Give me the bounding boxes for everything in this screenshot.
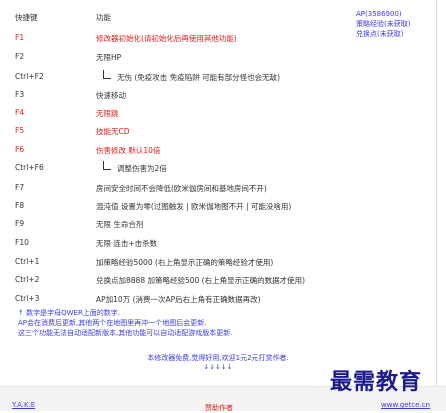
function-label: 无限跳 — [96, 109, 119, 118]
sub-item-icon — [103, 161, 111, 170]
hotkey-row: Ctrl+F2 无伤 (免疫攻击 免疫陷阱 可能有部分怪也会无敌) — [0, 69, 436, 85]
header-function: 功能 — [96, 13, 111, 22]
hotkey-row: Ctrl+F6 调整伤害为2倍 — [0, 160, 436, 176]
hotkey-label: F2 — [15, 52, 25, 61]
function-label: 调整伤害为2倍 — [117, 164, 167, 173]
hotkey-row: Ctrl+2 兑换点加8888 加策略经验500 (右上角显示正确的数据才使用) — [0, 272, 436, 288]
sub-item-icon — [103, 70, 111, 79]
function-label: 无伤 (免疫攻击 免疫陷阱 可能有部分怪也会无敌) — [117, 73, 281, 82]
hotkey-label: F4 — [15, 108, 25, 117]
window-divider — [436, 0, 437, 410]
function-label: 无限 连击+击杀数 — [96, 239, 158, 248]
hotkey-row: F10 无限 连击+击杀数 — [0, 235, 436, 251]
hotkey-row: F6 伤害修改 默认10倍 — [0, 142, 436, 158]
function-label: 兑换点加8888 加策略经验500 (右上角显示正确的数据才使用) — [96, 276, 306, 285]
function-label: 房间安全时间不会降低(欧米伽房间和基地房间不开) — [96, 184, 267, 193]
hotkey-label: F5 — [15, 126, 25, 135]
note-line: ↑ 数字是字母QWER上面的数字. — [18, 309, 121, 317]
hotkey-label: F10 — [15, 238, 29, 247]
hotkey-label: F9 — [15, 219, 25, 228]
function-label: 加策略经验5000 (右上角显示正确的策略经验才使用) — [96, 258, 274, 267]
hotkey-row: Ctrl+1 加策略经验5000 (右上角显示正确的策略经验才使用) — [0, 254, 436, 270]
header-hotkey: 快捷键 — [15, 13, 38, 22]
note-line: AP会在消费后更新,其他两个在地图里再冲一个地图后会更新. — [18, 319, 207, 327]
hotkey-label: F6 — [15, 145, 25, 154]
donation-text: 本修改器免费,觉得好用,欢迎1元2元打赏作者. — [147, 354, 289, 362]
function-label: 无限 生命合剂 — [96, 220, 144, 229]
hotkey-row: F2 无限HP — [0, 49, 436, 65]
hotkey-row: F7 房间安全时间不会降低(欧米伽房间和基地房间不开) — [0, 180, 436, 196]
function-label: 无限HP — [96, 53, 122, 62]
hotkey-row: F9 无限 生命合剂 — [0, 216, 436, 232]
hotkey-label: Ctrl+F2 — [15, 72, 44, 81]
note-line: 这三个功能无法自动适配新版本,其他功能可以自动适配游戏版本更新. — [18, 329, 233, 337]
hotkey-label: Ctrl+3 — [15, 294, 40, 303]
function-label: 混沌值 设置为零(过图触发 | 欧米伽地图不开 | 可能没啥用) — [96, 202, 292, 211]
hotkey-row: F3 快速移动 — [0, 87, 436, 103]
function-label: 快速移动 — [96, 91, 126, 100]
hotkey-label: Ctrl+2 — [15, 275, 40, 284]
hotkey-row: Ctrl+3 AP加10万 (消费一次AP后右上角有正确数据再改) — [0, 291, 436, 307]
watermark-logo: 最需教育 — [330, 369, 423, 395]
hotkey-label: Ctrl+1 — [15, 257, 40, 266]
website-link[interactable]: www.getce.cn — [381, 401, 430, 409]
hotkey-label: F1 — [15, 33, 25, 42]
hotkey-row: F5 技能无CD — [0, 123, 436, 139]
hotkey-row: F8 混沌值 设置为零(过图触发 | 欧米伽地图不开 | 可能没啥用) — [0, 198, 436, 214]
hotkey-label: F3 — [15, 90, 25, 99]
hotkey-row: F4 无限跳 — [0, 105, 436, 121]
hotkey-label: Ctrl+F6 — [15, 163, 44, 172]
function-label: AP加10万 (消费一次AP后右上角有正确数据再改) — [96, 295, 261, 304]
author-link[interactable]: Y.A.K.E — [12, 401, 35, 409]
notes: ↑ 数字是字母QWER上面的数字. AP会在消费后更新,其他两个在地图里再冲一个… — [18, 308, 232, 338]
hotkey-row: F1 修改器初始化(请初始化后再使用其他功能) — [0, 30, 436, 46]
sponsor-link[interactable]: 赞助作者 — [205, 403, 233, 413]
function-label: 技能无CD — [96, 127, 130, 136]
function-label: 修改器初始化(请初始化后再使用其他功能) — [96, 34, 237, 43]
ap-value: AP(3586900) — [356, 10, 402, 18]
hotkey-label: F8 — [15, 201, 25, 210]
strategy-exp: 策略经验(未获取) — [356, 20, 411, 28]
function-label: 伤害修改 默认10倍 — [96, 146, 161, 155]
hotkey-label: F7 — [15, 183, 25, 192]
